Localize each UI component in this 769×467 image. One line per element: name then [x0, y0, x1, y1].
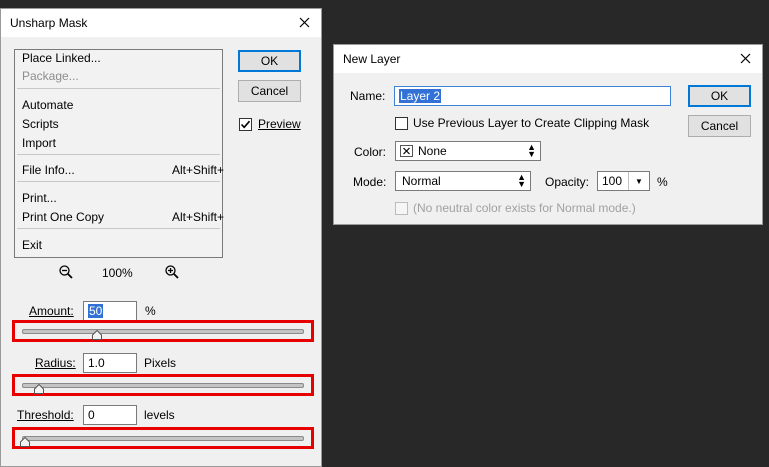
threshold-unit: levels: [144, 408, 175, 422]
clipping-mask-checkbox[interactable]: [395, 117, 408, 130]
preview-label[interactable]: Preview: [258, 117, 301, 131]
close-icon[interactable]: [295, 13, 313, 31]
radius-value: 1.0: [88, 356, 105, 370]
threshold-slider-track[interactable]: [22, 436, 304, 441]
new-layer-titlebar[interactable]: New Layer: [334, 45, 762, 73]
mode-select[interactable]: Normal ▲ ▼: [395, 171, 531, 191]
mode-label: Mode:: [353, 175, 387, 189]
clipping-mask-label[interactable]: Use Previous Layer to Create Clipping Ma…: [413, 116, 649, 130]
name-label: Name:: [350, 89, 386, 103]
opacity-label: Opacity:: [545, 175, 590, 189]
mode-value: Normal: [402, 174, 441, 188]
menu-item-file-info[interactable]: File Info...: [22, 163, 75, 177]
dialog-title: New Layer: [343, 52, 401, 66]
menu-shortcut-file-info: Alt+Shift+: [171, 163, 224, 177]
neutral-color-checkbox: [395, 202, 408, 215]
unsharp-mask-titlebar[interactable]: Unsharp Mask: [1, 9, 321, 37]
menu-separator: [17, 181, 220, 182]
threshold-input[interactable]: 0: [83, 405, 137, 425]
amount-unit: %: [145, 304, 156, 318]
updown-arrows-icon: ▲ ▼: [517, 172, 526, 189]
zoom-in-icon[interactable]: [164, 264, 180, 283]
menu-item-automate[interactable]: Automate: [22, 98, 73, 112]
opacity-input[interactable]: 100 ▼: [597, 171, 650, 191]
menu-item-scripts[interactable]: Scripts: [22, 117, 59, 131]
menu-item-place-linked[interactable]: Place Linked...: [22, 51, 101, 65]
dropdown-arrow-icon[interactable]: ▼: [628, 172, 649, 190]
menu-item-import[interactable]: Import: [22, 136, 56, 150]
zoom-level: 100%: [102, 266, 133, 280]
color-none-icon: [400, 145, 413, 157]
amount-value: 50: [88, 304, 104, 318]
menu-item-print-one-copy[interactable]: Print One Copy: [22, 210, 104, 224]
unsharp-mask-dialog: Unsharp Mask Place Linked... Package... …: [0, 8, 322, 467]
dialog-title: Unsharp Mask: [10, 16, 88, 30]
opacity-unit: %: [657, 175, 668, 189]
updown-arrows-icon: ▲ ▼: [527, 142, 536, 159]
file-menu: Place Linked... Package... Automate Scri…: [14, 49, 224, 258]
amount-input[interactable]: 50: [83, 301, 137, 321]
amount-slider-highlight: [12, 320, 314, 342]
cancel-button[interactable]: Cancel: [238, 80, 301, 102]
menu-separator: [17, 88, 220, 89]
threshold-value: 0: [88, 408, 95, 422]
amount-slider-track[interactable]: [22, 329, 304, 334]
radius-slider-track[interactable]: [22, 383, 304, 388]
menu-item-package: Package...: [22, 69, 79, 83]
amount-label: Amount:: [29, 304, 74, 318]
neutral-color-label: (No neutral color exists for Normal mode…: [413, 201, 636, 215]
menu-separator: [17, 154, 220, 155]
radius-unit: Pixels: [144, 356, 177, 370]
radius-label: Radius:: [35, 356, 76, 370]
zoom-out-icon[interactable]: [58, 264, 74, 283]
color-value: None: [418, 144, 447, 158]
radius-input[interactable]: 1.0: [83, 353, 137, 373]
opacity-value: 100: [602, 174, 623, 188]
menu-item-print[interactable]: Print...: [22, 191, 57, 205]
layer-name-input[interactable]: Layer 2: [394, 86, 671, 106]
color-select[interactable]: None ▲ ▼: [395, 141, 541, 161]
ok-button[interactable]: OK: [238, 50, 301, 72]
checkmark-icon: [240, 120, 251, 129]
radius-slider-highlight: [12, 374, 314, 396]
layer-name-value: Layer 2: [399, 89, 442, 103]
menu-item-exit[interactable]: Exit: [22, 238, 42, 252]
menu-shortcut-print-one-copy: Alt+Shift+: [171, 210, 224, 224]
color-label: Color:: [354, 145, 387, 159]
new-layer-dialog: New Layer Name: Layer 2 OK Cancel Use Pr…: [333, 44, 763, 225]
ok-button[interactable]: OK: [688, 85, 751, 107]
preview-checkbox[interactable]: [239, 118, 252, 131]
cancel-button[interactable]: Cancel: [688, 115, 751, 137]
close-icon[interactable]: [736, 49, 754, 67]
threshold-slider-highlight: [12, 427, 314, 449]
menu-separator: [17, 228, 220, 229]
threshold-label: Threshold:: [17, 408, 74, 422]
